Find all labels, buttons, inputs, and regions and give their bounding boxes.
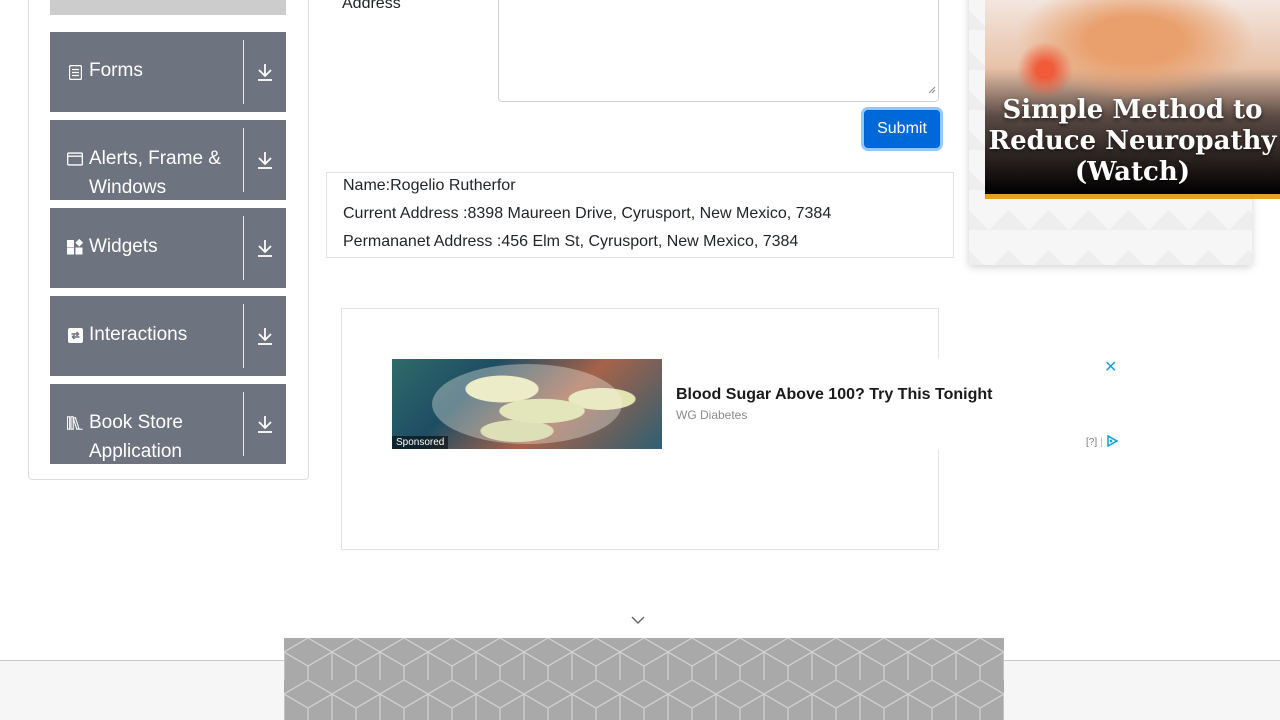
- right-ad-accent-line: [985, 194, 1280, 199]
- ad-help-label[interactable]: [?]: [1086, 437, 1097, 448]
- sidebar-group-label: Interactions: [89, 324, 188, 345]
- sidebar-group-label: Book Store Application: [89, 412, 183, 462]
- sidebar-group-widgets[interactable]: Widgets: [50, 208, 286, 288]
- ad-help[interactable]: [?] |: [1086, 434, 1119, 450]
- sidebar-group-label: Forms: [89, 60, 143, 81]
- window-icon: [67, 151, 83, 167]
- ad-headline-link[interactable]: Blood Sugar Above 100? Try This Tonight: [676, 386, 992, 404]
- adchoices-icon[interactable]: [1106, 434, 1119, 450]
- sponsored-tag: Sponsored: [392, 436, 449, 449]
- download-arrow-icon[interactable]: [244, 208, 286, 288]
- interactions-icon: [67, 327, 83, 343]
- permanent-address-label: Address: [342, 0, 401, 12]
- sidebar-group-label: Widgets: [89, 236, 158, 257]
- resize-grip-icon[interactable]: [928, 81, 936, 99]
- sidebar-group-interactions[interactable]: Interactions: [50, 296, 286, 376]
- output-current-address: Current Address :8398 Maureen Drive, Cyr…: [343, 205, 832, 222]
- ad-source: WG Diabetes: [676, 408, 748, 422]
- sidebar-group-book-store[interactable]: Book Store Application: [50, 384, 286, 464]
- output-panel: Name:Rogelio Rutherfor Current Address :…: [326, 172, 954, 258]
- sidebar-group-forms[interactable]: Forms: [50, 32, 286, 112]
- output-name: Name:Rogelio Rutherfor: [343, 177, 516, 194]
- sidebar-scroll-remnant: [50, 0, 286, 15]
- permanent-address-textarea[interactable]: [498, 0, 939, 102]
- ad-image-plate: [432, 364, 622, 444]
- ad-help-separator: |: [1100, 437, 1103, 448]
- sponsored-ad-card[interactable]: Sponsored Blood Sugar Above 100? Try Thi…: [392, 359, 1122, 449]
- download-arrow-icon[interactable]: [244, 32, 286, 112]
- download-arrow-icon[interactable]: [244, 120, 286, 200]
- bottom-ad-banner[interactable]: [284, 638, 1004, 720]
- sidebar-group-alerts[interactable]: Alerts, Frame & Windows: [50, 120, 286, 200]
- close-icon[interactable]: ✕: [1104, 357, 1117, 377]
- bottom-ad-pattern: [284, 638, 1004, 720]
- sidebar-group-label: Alerts, Frame & Windows: [89, 148, 221, 198]
- submit-button[interactable]: Submit: [864, 110, 940, 148]
- right-ad-headline[interactable]: Simple Method to Reduce Neuropathy (Watc…: [985, 95, 1280, 188]
- form-icon: [67, 64, 83, 80]
- ad-image[interactable]: Sponsored: [392, 359, 662, 449]
- chevron-down-icon[interactable]: [631, 612, 645, 630]
- download-arrow-icon[interactable]: [244, 296, 286, 376]
- books-icon: [67, 415, 83, 431]
- widgets-icon: [67, 239, 83, 255]
- output-permanent-address: Permananet Address :456 Elm St, Cyruspor…: [343, 233, 799, 250]
- download-arrow-icon[interactable]: [244, 384, 286, 464]
